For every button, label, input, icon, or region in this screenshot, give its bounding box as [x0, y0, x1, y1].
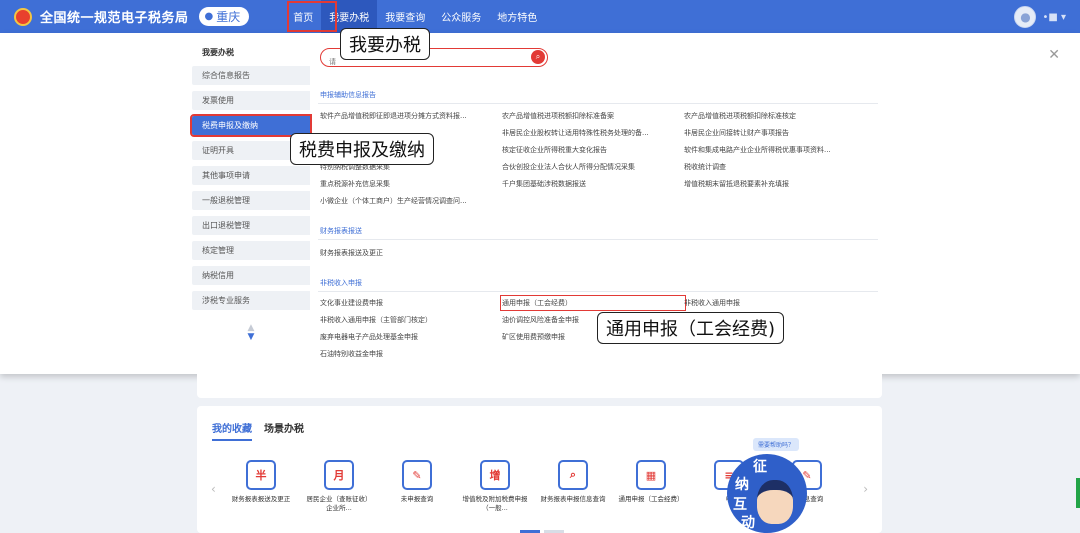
callout-sidebar: 税费申报及缴纳	[290, 133, 434, 165]
favorite-label: 通用申报（工会经费）	[618, 495, 684, 503]
close-icon[interactable]: ✕	[1048, 47, 1060, 63]
user-area[interactable]: ● •■ ▾	[1014, 6, 1066, 28]
callout-nav: 我要办税	[340, 28, 430, 60]
menu-item[interactable]: 税收统计调查	[684, 161, 884, 173]
favorite-item[interactable]: ✎ 未申报查询	[378, 460, 456, 513]
favorite-item[interactable]: ▦ 通用申报（工会经费）	[612, 460, 690, 513]
nav-highlight-box	[287, 1, 337, 32]
divider	[318, 291, 878, 292]
sidebar-item[interactable]: 其他事项申请	[192, 166, 310, 185]
tab-my-favorites[interactable]: 我的收藏	[212, 420, 252, 441]
favorite-icon: 月	[324, 460, 354, 490]
chevron-left-icon[interactable]: ‹	[211, 482, 216, 496]
scroll-down-icon[interactable]: ▼	[192, 333, 310, 342]
user-name[interactable]: •■ ▾	[1042, 12, 1066, 23]
menu-item[interactable]: 农产品增值税进项税额扣除标准核定	[684, 110, 884, 122]
divider	[318, 103, 878, 104]
favorite-icon: ✎	[402, 460, 432, 490]
favorites-card: 我的收藏 场景办税 ‹ › 半财务报表报送及更正月居民企业（查账征收）企业所..…	[197, 406, 882, 533]
menu-item[interactable]: 非居民企业间接转让财产事项报告	[684, 127, 884, 139]
assistant-avatar[interactable]: 征 纳 互 动	[727, 454, 807, 533]
tax-emblem-icon	[14, 7, 32, 26]
top-bar: 全国统一规范电子税务局 ● 重庆 首页 我要办税 我要查询 公众服务 地方特色 …	[0, 0, 1080, 33]
menu-item[interactable]: 小微企业（个体工商户）生产经营情况调查问...	[320, 195, 502, 207]
menu-item[interactable]: 非居民企业股权转让适用特殊性税务处理的备...	[502, 127, 684, 139]
assistant-char: 征	[753, 459, 767, 475]
favorite-icon: ⌕	[558, 460, 588, 490]
sidebar-scroll[interactable]: ▲ ▼	[192, 324, 310, 342]
content-card	[197, 374, 882, 398]
menu-item	[684, 348, 884, 360]
location-pin-icon: ●	[204, 11, 214, 22]
site-title: 全国统一规范电子税务局	[40, 11, 189, 26]
help-bubble[interactable]: 需要帮助吗？	[753, 438, 800, 451]
nav-local-features[interactable]: 地方特色	[489, 0, 545, 33]
divider	[318, 239, 878, 240]
favorite-label: 财务报表报送及更正	[231, 495, 291, 503]
section-title: 财务报表报送	[320, 227, 362, 235]
page-scrollbar[interactable]	[1076, 478, 1080, 508]
section-items: 财务报表报送及更正	[320, 247, 884, 259]
menu-item[interactable]: 财务报表报送及更正	[320, 247, 502, 259]
menu-item[interactable]: 软件和集成电路产业企业所得税优惠事项资料...	[684, 144, 884, 156]
tab-scenario[interactable]: 场景办税	[264, 420, 304, 441]
sidebar-item[interactable]: 发票使用	[192, 91, 310, 110]
menu-item	[502, 195, 684, 207]
chevron-right-icon[interactable]: ›	[863, 482, 868, 496]
favorite-item[interactable]: 增增值税及附加税费申报（一般...	[456, 460, 534, 513]
favorites-tabs: 我的收藏 场景办税	[212, 420, 304, 441]
favorite-label: 未申报查询	[400, 495, 434, 503]
assistant-char: 互	[733, 497, 747, 513]
search-icon[interactable]: ⌕	[531, 50, 545, 64]
tax-menu-panel: 我要办税 综合信息报告 发票使用 税费申报及缴纳 证明开具 其他事项申请 一般退…	[0, 33, 1080, 374]
sidebar-item[interactable]: 一般退税管理	[192, 191, 310, 210]
favorite-icon: 半	[246, 460, 276, 490]
favorite-label: 增值税及附加税费申报（一般...	[462, 495, 528, 512]
sidebar-item-tax-filing[interactable]: 税费申报及缴纳	[190, 114, 312, 137]
menu-item[interactable]: 合伙创投企业法人合伙人所得分配情况采集	[502, 161, 684, 173]
menu-item[interactable]: 农产品增值税进项税额扣除标准备案	[502, 110, 684, 122]
menu-item	[684, 195, 884, 207]
favorite-label: 居民企业（查账征收）企业所...	[306, 495, 372, 512]
assistant-face-icon	[757, 480, 793, 524]
favorite-item[interactable]: 月居民企业（查账征收）企业所...	[300, 460, 378, 513]
callout-item: 通用申报（工会经费)	[597, 312, 785, 344]
sidebar-item[interactable]: 出口退税管理	[192, 216, 310, 235]
category-sidebar: 我要办税 综合信息报告 发票使用 税费申报及缴纳 证明开具 其他事项申请 一般退…	[190, 41, 312, 342]
menu-item[interactable]: 文化事业建设费申报	[320, 297, 502, 309]
nav-public-service[interactable]: 公众服务	[433, 0, 489, 33]
menu-item[interactable]: 重点税源补充信息采集	[320, 178, 502, 190]
menu-item[interactable]: 非税收入通用申报（主管部门核定）	[320, 314, 502, 326]
menu-item	[502, 348, 684, 360]
menu-item[interactable]: 废弃电器电子产品处理基金申报	[320, 331, 502, 343]
favorite-item[interactable]: ⌕ 财务报表申报信息查询	[534, 460, 612, 513]
avatar-icon[interactable]: ●	[1014, 6, 1037, 28]
sidebar-item[interactable]: 综合信息报告	[192, 66, 310, 85]
section-title: 非税收入申报	[320, 279, 362, 287]
region-selector[interactable]: ● 重庆	[198, 7, 250, 26]
menu-item-union-fee-filing[interactable]: 通用申报（工会经费）	[500, 295, 686, 311]
sidebar-item[interactable]: 核定管理	[192, 241, 310, 260]
menu-item[interactable]: 千户集团基础涉税数据报送	[502, 178, 684, 190]
region-label: 重庆	[216, 10, 241, 24]
menu-item[interactable]: 核定征收企业所得税重大变化报告	[502, 144, 684, 156]
assistant-char: 纳	[735, 477, 749, 493]
menu-item[interactable]: 软件产品增值税即征即退进项分摊方式资料报...	[320, 110, 502, 122]
sidebar-item[interactable]: 涉税专业服务	[192, 291, 310, 310]
sidebar-item[interactable]: 纳税信用	[192, 266, 310, 285]
menu-item[interactable]: 增值税期末留抵退税要素补充填报	[684, 178, 884, 190]
assistant-char: 动	[741, 515, 755, 531]
favorite-icon: 增	[480, 460, 510, 490]
sidebar-title: 我要办税	[202, 48, 234, 57]
menu-item[interactable]: 石油特别收益金申报	[320, 348, 502, 360]
favorite-icon: ▦	[636, 460, 666, 490]
section-title: 申报辅助信息报告	[320, 91, 376, 99]
favorite-item[interactable]: 半财务报表报送及更正	[222, 460, 300, 513]
menu-item[interactable]: 非税收入通用申报	[684, 297, 884, 309]
favorite-label: 财务报表申报信息查询	[540, 495, 606, 503]
